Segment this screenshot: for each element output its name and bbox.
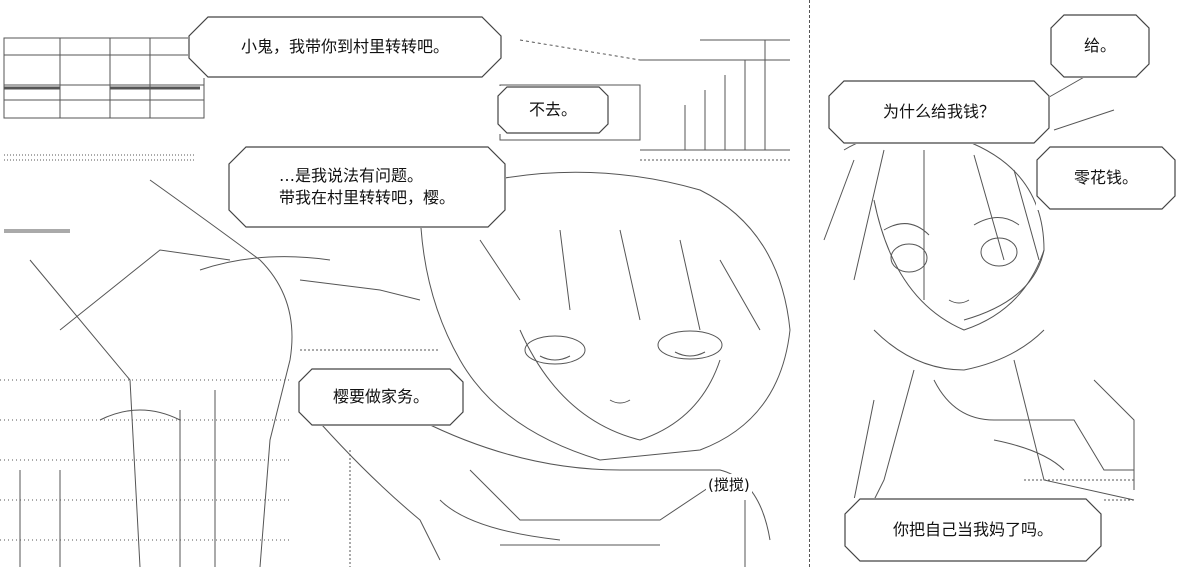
right-comic-panel: 给。 为什么给我钱？ 零花钱。 你把自己当我妈了吗。	[814, 0, 1186, 567]
speech-text: 零花钱。	[1073, 168, 1138, 188]
panel-divider	[809, 0, 810, 567]
speech-bubble-linghuaqian: 零花钱。	[1036, 146, 1176, 210]
speech-text-line: 带我在村里转转吧，樱。	[278, 188, 455, 207]
ascii-art-scene-left	[0, 0, 808, 567]
speech-text: 为什么给我钱？	[882, 102, 995, 122]
speech-text-block: …是我说法有问题。 带我在村里转转吧，樱。	[279, 165, 455, 208]
speech-bubble-mama: 你把自己当我妈了吗。	[844, 498, 1102, 562]
left-comic-panel: 小鬼，我带你到村里转转吧。 不去。 …是我说法有问题。 带我在村里转转吧，樱。 …	[0, 0, 808, 567]
speech-bubble-xiaogui: 小鬼，我带你到村里转转吧。	[188, 16, 502, 78]
speech-bubble-buqu: 不去。	[497, 86, 609, 134]
speech-text: 给。	[1083, 36, 1116, 56]
sound-effect-stirring: (搅搅)	[706, 474, 752, 495]
speech-bubble-wenti: …是我说法有问题。 带我在村里转转吧，樱。	[228, 146, 506, 228]
speech-text: 樱要做家务。	[332, 387, 429, 407]
speech-bubble-jiawu: 樱要做家务。	[298, 368, 464, 426]
speech-text-line: …是我说法有问题。	[278, 166, 423, 186]
speech-bubble-gei: 给。	[1050, 14, 1150, 78]
speech-text: 不去。	[528, 100, 577, 120]
speech-text: 小鬼，我带你到村里转转吧。	[240, 37, 449, 57]
speech-bubble-weishenme: 为什么给我钱？	[828, 80, 1050, 144]
speech-text: 你把自己当我妈了吗。	[892, 520, 1053, 540]
